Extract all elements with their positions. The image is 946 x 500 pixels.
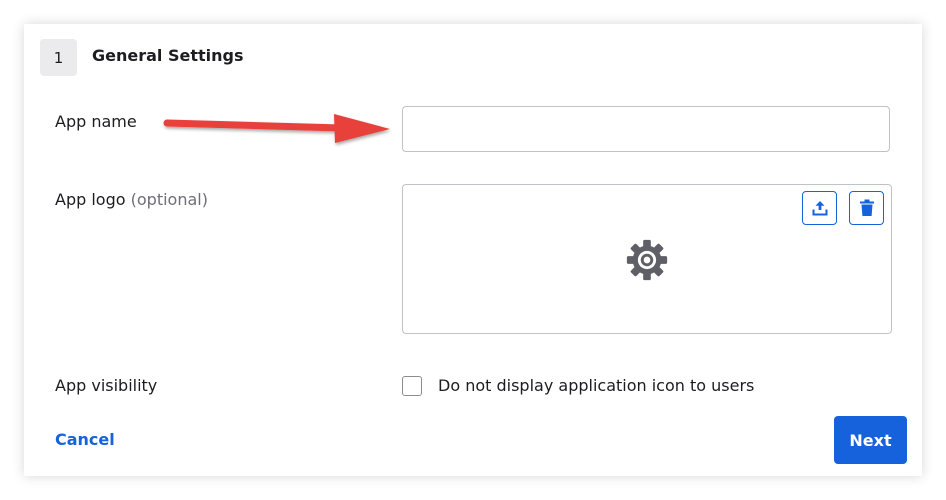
general-settings-card: 1 General Settings App name App logo (op… <box>24 24 922 476</box>
optional-tag: (optional) <box>130 190 208 209</box>
app-logo-label: App logo <box>55 190 126 209</box>
hide-app-icon-checkbox-label[interactable]: Do not display application icon to users <box>438 376 754 395</box>
gear-icon <box>626 239 668 281</box>
step-number-badge: 1 <box>40 39 77 76</box>
delete-logo-button[interactable] <box>849 191 884 225</box>
app-name-input[interactable] <box>402 106 890 152</box>
page: 1 General Settings App name App logo (op… <box>0 0 946 500</box>
section-title: General Settings <box>92 46 244 65</box>
app-logo-label-group: App logo (optional) <box>55 190 208 209</box>
upload-logo-button[interactable] <box>802 191 837 225</box>
app-name-label: App name <box>55 112 137 131</box>
next-button[interactable]: Next <box>834 416 907 464</box>
upload-icon <box>812 201 827 216</box>
trash-icon <box>859 199 874 216</box>
cancel-button[interactable]: Cancel <box>55 430 115 449</box>
annotation-arrow <box>163 114 390 143</box>
hide-app-icon-checkbox[interactable] <box>402 376 422 396</box>
app-visibility-label: App visibility <box>55 376 158 395</box>
app-logo-dropzone[interactable] <box>402 184 892 334</box>
